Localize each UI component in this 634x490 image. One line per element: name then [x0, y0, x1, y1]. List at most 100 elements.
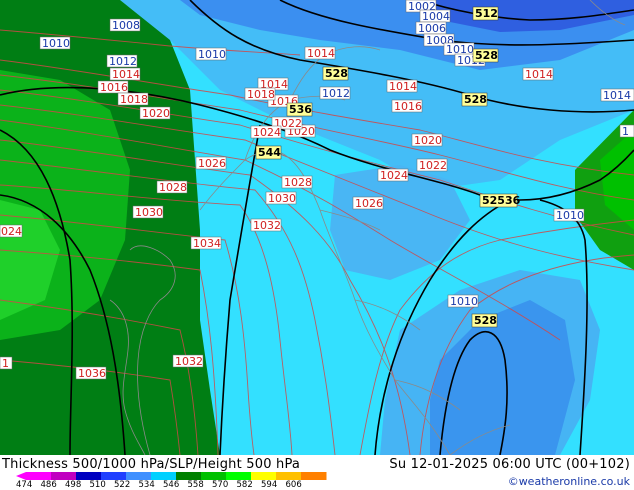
label-text: 1024	[380, 169, 408, 182]
label-text: 1008	[112, 19, 140, 32]
label-text: 1018	[247, 88, 275, 101]
label-text: 1010	[198, 48, 226, 61]
label-text: 1032	[175, 355, 203, 368]
colorbar-tick-label: 558	[187, 480, 204, 490]
isobar-label: 1020	[139, 106, 171, 120]
colorbar-tick-label: 534	[138, 480, 155, 490]
colorbar-tick-label: 474	[16, 480, 33, 490]
isobar-label: 024	[0, 224, 23, 238]
label-text: 1014	[307, 47, 335, 60]
isobar-label: 1026	[352, 196, 384, 210]
label-text: 1030	[268, 192, 296, 205]
label-text: 1010	[42, 37, 70, 50]
label-text: 512	[475, 7, 498, 20]
label-text: 1032	[253, 219, 281, 232]
colorbar-swatch	[101, 472, 127, 480]
isobar-label: 1010	[195, 47, 227, 61]
height-label: 544	[255, 145, 281, 160]
label-text: 536	[289, 103, 312, 116]
colorbar-swatch	[226, 472, 252, 480]
isobar-label: 1	[619, 124, 634, 138]
colorbar-swatch	[51, 472, 77, 480]
label-text: 528	[325, 67, 348, 80]
colorbar-swatch	[76, 472, 102, 480]
colorbar	[16, 472, 327, 480]
label-text: 1028	[159, 181, 187, 194]
label-text: 1022	[419, 159, 447, 172]
height-label: 536	[286, 102, 312, 117]
colorbar-swatch	[26, 472, 52, 480]
label-text: 52536	[482, 194, 521, 207]
label-text: 1036	[78, 367, 106, 380]
isobar-label: 1020	[411, 133, 443, 147]
isobar-label: 1012	[319, 86, 351, 100]
height-label: 512	[472, 6, 499, 21]
isobar-label: 1028	[281, 175, 313, 189]
map-title: Thickness 500/1000 hPa/SLP/Height 500 hP…	[2, 457, 301, 472]
colorbar-swatch	[176, 472, 202, 480]
label-text: 024	[1, 225, 22, 238]
isobar-label: 1016	[391, 99, 423, 113]
colorbar-swatch	[151, 472, 177, 480]
label-text: 544	[258, 146, 281, 159]
label-text: 528	[474, 314, 497, 327]
isobar-label: 1024	[377, 168, 409, 182]
label-text: 1014	[525, 68, 553, 81]
label-text: 1012	[109, 55, 137, 68]
footer: Thickness 500/1000 hPa/SLP/Height 500 hP…	[0, 455, 634, 490]
colorbar-swatch	[276, 472, 302, 480]
colorbar-tick-label: 570	[212, 480, 229, 490]
isobar-label: 1014	[386, 79, 418, 93]
colorbar-tick-label: 498	[65, 480, 82, 490]
colorbar-swatch	[126, 472, 152, 480]
isobar-label: 1028	[156, 180, 188, 194]
label-text: 1010	[450, 295, 478, 308]
label-text: 1018	[120, 93, 148, 106]
isobar-label: 1	[0, 356, 13, 370]
height-label: 528	[472, 48, 499, 63]
colorbar-tick-label: 582	[236, 480, 253, 490]
label-text: 1	[622, 125, 629, 138]
isobar-label: 1014	[600, 88, 634, 102]
isobar-label: 1018	[244, 87, 276, 101]
isobar-label: 1008	[109, 18, 141, 32]
label-text: 1020	[142, 107, 170, 120]
isobar-label: 1010	[447, 294, 479, 308]
isobar-label: 1014	[109, 67, 141, 81]
colorbar-tick-label: 486	[40, 480, 57, 490]
height-label: 528	[322, 66, 349, 81]
isobar-label: 1014	[522, 67, 554, 81]
label-text: 1014	[603, 89, 631, 102]
isobar-label: 1024	[250, 125, 282, 139]
label-text: 1024	[253, 126, 281, 139]
isobar-label: 1030	[265, 191, 297, 205]
label-text: 1026	[198, 157, 226, 170]
label-text: 1028	[284, 176, 312, 189]
label-text: 528	[475, 49, 498, 62]
colorbar-swatch	[201, 472, 227, 480]
valid-time: Su 12-01-2025 06:00 UTC (00+102)	[389, 457, 630, 472]
isobar-label: 1030	[132, 205, 164, 219]
colorbar-tick-label: 546	[163, 480, 180, 490]
label-text: 528	[464, 93, 487, 106]
label-text: 1010	[556, 209, 584, 222]
credit-link[interactable]: ©weatheronline.co.uk	[508, 475, 630, 488]
isobar-label: 1032	[172, 354, 204, 368]
colorbar-swatch	[301, 472, 327, 480]
label-text: 1012	[322, 87, 350, 100]
isobar-label: 1036	[75, 366, 107, 380]
height-label: 528	[471, 313, 498, 328]
colorbar-tick-label: 606	[285, 480, 302, 490]
label-text: 1034	[193, 237, 221, 250]
label-text: 1030	[135, 206, 163, 219]
label-text: 1026	[355, 197, 383, 210]
label-text: 1020	[414, 134, 442, 147]
isobar-label: 1026	[195, 156, 227, 170]
isobar-label: 1010	[39, 36, 71, 50]
isobar-label: 1022	[416, 158, 448, 172]
label-text: 1	[2, 357, 9, 370]
colorbar-tick-label: 594	[261, 480, 278, 490]
colorbar-arrow	[16, 472, 26, 480]
isobar-label: 1032	[250, 218, 282, 232]
label-text: 1014	[389, 80, 417, 93]
